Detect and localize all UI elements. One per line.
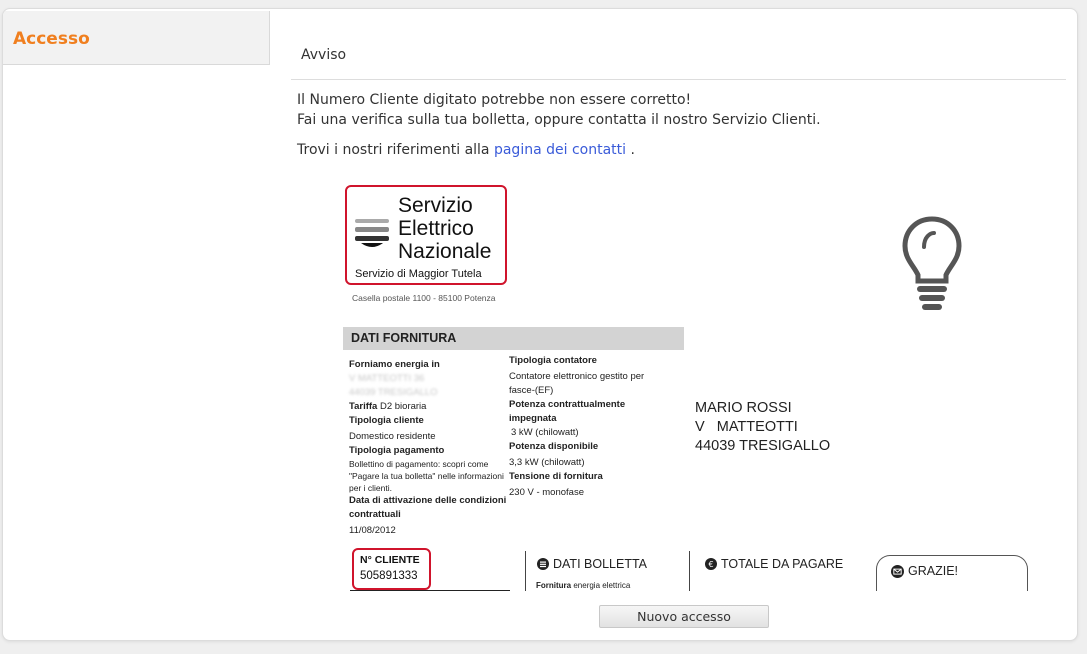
contacts-prefix: Trovi i nostri riferimenti alla: [297, 142, 490, 158]
fornitura-line: Fornitura energia elettrica: [536, 581, 630, 590]
sidebar-tab-accesso[interactable]: Accesso: [3, 11, 270, 65]
section-title-bar: DATI FORNITURA: [343, 327, 684, 350]
field-label: Tipologia pagamento: [349, 445, 445, 456]
customer-number-value: 505891333: [360, 570, 418, 582]
thanks-title-text: GRAZIE!: [908, 564, 959, 578]
page-title: Avviso: [301, 47, 347, 63]
divider: [291, 79, 1066, 80]
logo-line: Nazionale: [398, 240, 492, 263]
error-message-line1: Il Numero Cliente digitato potrebbe non …: [297, 92, 692, 108]
logo-text: Servizio Elettrico Nazionale: [398, 194, 491, 263]
logo-line: Elettrico: [398, 217, 474, 240]
supply-data-col2: Tipologia contatore Contatore elettronic…: [509, 354, 659, 500]
supply-data-col1: Forniamo energia in V MATTEOTTI 36 44039…: [349, 358, 507, 538]
field-value: 3 kW (chilowatt): [511, 427, 579, 438]
bill-data-title: DATI BOLLETTA: [537, 557, 647, 571]
contacts-suffix: .: [630, 142, 635, 158]
field-value: 3,3 kW (chilowatt): [509, 457, 585, 468]
blurred-value: 44039 TRESIGALLO: [349, 387, 438, 398]
lightbulb-icon: [902, 216, 962, 310]
sidebar-tab-label: Accesso: [13, 29, 90, 49]
field-value: 230 V - monofase: [509, 487, 584, 498]
svg-text:€: €: [708, 560, 713, 569]
blurred-value: V MATTEOTTI 36: [349, 373, 425, 384]
logo-highlight-box: Servizio Elettrico Nazionale Servizio di…: [345, 185, 507, 285]
customer-number-highlight-box: N° CLIENTE 505891333: [352, 548, 431, 590]
address-street: V MATTEOTTI: [695, 419, 798, 435]
field-value: Contatore elettronico gestito per fasce-…: [509, 371, 645, 396]
field-label: Potenza contrattualmente impegnata: [509, 399, 626, 424]
total-title-text: TOTALE DA PAGARE: [721, 557, 844, 571]
logo-subtitle: Servizio di Maggior Tutela: [355, 268, 482, 280]
field-value: 11/08/2012: [349, 525, 396, 536]
fornitura-value: energia elettrica: [573, 581, 631, 590]
column-divider: [689, 551, 690, 591]
fornitura-label: Fornitura: [536, 581, 572, 590]
customer-number-label: N° CLIENTE: [360, 554, 420, 566]
logo-icon: [355, 219, 389, 247]
euro-icon: €: [705, 558, 717, 570]
new-access-button[interactable]: Nuovo accesso: [599, 605, 769, 628]
thanks-title: GRAZIE!: [891, 564, 958, 578]
field-value: Domestico residente: [349, 431, 436, 442]
document-icon: [537, 558, 549, 570]
field-value: D2 bioraria: [379, 401, 427, 412]
error-message-line2: Fai una verifica sulla tua bolletta, opp…: [297, 112, 821, 128]
field-label: Data di attivazione delle condizioni con…: [349, 495, 507, 520]
field-label: Tipologia cliente: [349, 415, 424, 426]
contacts-link[interactable]: pagina dei contatti: [494, 142, 626, 158]
field-value: Bollettino di pagamento: scopri come "Pa…: [349, 459, 504, 493]
underline: [350, 590, 510, 591]
bill-sample-image: Servizio Elettrico Nazionale Servizio di…: [340, 179, 1036, 591]
bill-data-title-text: DATI BOLLETTA: [553, 557, 648, 571]
section-title: DATI FORNITURA: [351, 331, 457, 345]
contacts-text: Trovi i nostri riferimenti alla pagina d…: [297, 140, 635, 160]
content-card: Accesso Avviso Il Numero Cliente digitat…: [2, 8, 1078, 641]
column-divider: [525, 551, 526, 591]
logo-address: Casella postale 1100 - 85100 Potenza: [352, 293, 496, 303]
total-title: € TOTALE DA PAGARE: [705, 557, 843, 571]
logo-line: Servizio: [398, 194, 473, 217]
field-label: Potenza disponibile: [509, 441, 599, 452]
field-label: Tensione di fornitura: [509, 471, 603, 482]
envelope-icon: [891, 564, 904, 578]
field-label: Tariffa: [349, 401, 378, 412]
thanks-box: GRAZIE!: [876, 555, 1028, 591]
address-city: 44039 TRESIGALLO: [695, 438, 831, 454]
customer-address: MARIO ROSSI V MATTEOTTI 44039 TRESIGALLO: [695, 399, 830, 456]
field-label: Forniamo energia in: [349, 359, 440, 370]
address-name: MARIO ROSSI: [695, 400, 792, 416]
field-label: Tipologia contatore: [509, 355, 597, 366]
